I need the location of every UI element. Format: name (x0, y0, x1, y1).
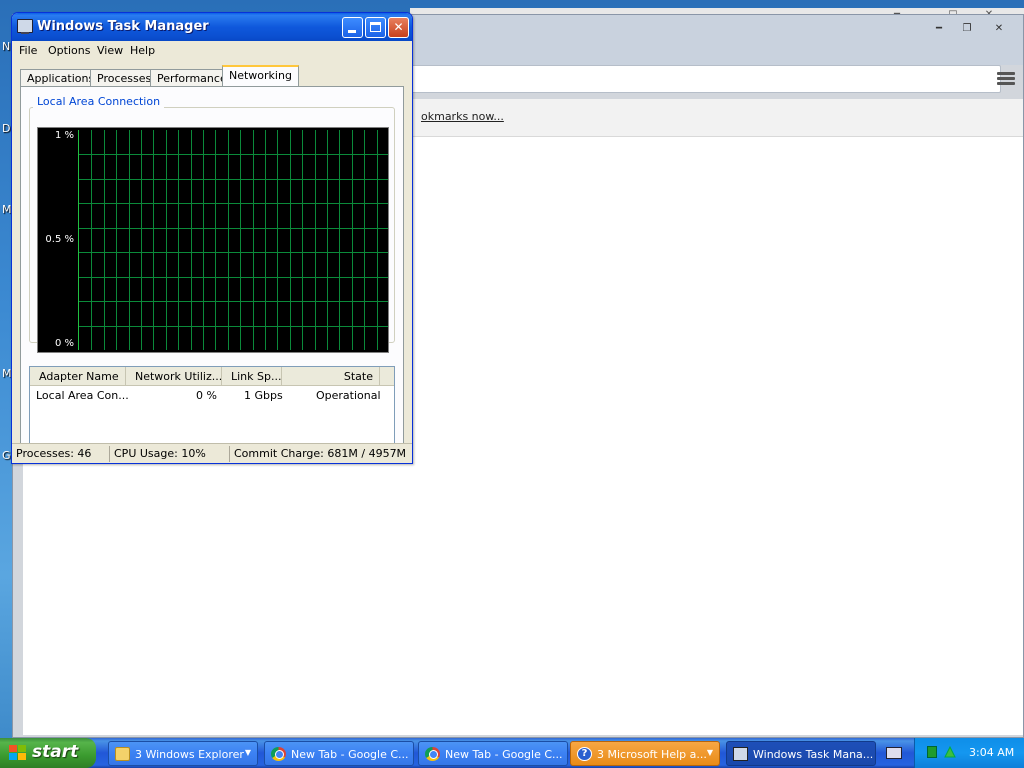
task-manager-icon (17, 19, 33, 34)
chrome-icon (271, 747, 286, 761)
chevron-down-icon: ▼ (706, 748, 713, 757)
list-header: Adapter Name Network Utiliz... Link Sp..… (30, 367, 394, 386)
import-bookmarks-link[interactable]: okmarks now... (421, 110, 504, 123)
cell-link-speed: 1 Gbps (244, 389, 283, 402)
network-status-icon[interactable] (927, 746, 937, 758)
status-commit-charge: Commit Charge: 681M / 4957M (234, 447, 407, 460)
menu-file[interactable]: File (19, 44, 37, 57)
graph-grid (78, 130, 388, 350)
column-adapter-name[interactable]: Adapter Name (30, 367, 126, 386)
task-label: Windows Task Mana... (753, 748, 874, 761)
network-graph: 1 % 0.5 % 0 % (37, 127, 389, 353)
group-label: Local Area Connection (33, 95, 165, 108)
menu-options[interactable]: Options (48, 44, 90, 57)
cell-utilization: 0 % (196, 389, 217, 402)
chrome-menu-icon[interactable] (997, 70, 1015, 88)
desktop-icon-label[interactable]: D (2, 122, 10, 135)
status-processes: Processes: 46 (12, 446, 110, 462)
taskbar-microsoft-help[interactable]: ? 3 Microsoft Help a... ▼ (570, 741, 720, 766)
taskbar-windows-explorer[interactable]: 3 Windows Explorer ▼ (108, 741, 258, 766)
folder-icon (115, 747, 130, 761)
start-button[interactable]: start (0, 738, 96, 768)
task-manager-icon (733, 747, 748, 761)
chevron-down-icon: ▼ (244, 748, 251, 757)
close-icon: ✕ (393, 20, 404, 34)
task-label: 3 Microsoft Help a... (597, 748, 707, 761)
windows-logo-icon (9, 745, 27, 761)
start-label: start (32, 742, 79, 762)
chrome-icon (425, 747, 440, 761)
taskbar-task-manager[interactable]: Windows Task Mana... (726, 741, 876, 766)
adapter-list[interactable]: Adapter Name Network Utiliz... Link Sp..… (29, 366, 395, 445)
minimize-button[interactable] (342, 17, 363, 38)
taskbar: start 3 Windows Explorer ▼ New Tab - Goo… (0, 738, 1024, 768)
desktop-icon-label[interactable]: N (2, 40, 10, 53)
maximize-button[interactable] (365, 17, 386, 38)
axis-label-min: 0 % (54, 338, 74, 349)
taskbar-chrome-1[interactable]: New Tab - Google C... (264, 741, 414, 766)
keyboard-icon[interactable] (886, 747, 902, 759)
tab-networking[interactable]: Networking (222, 65, 299, 87)
desktop-icon-label[interactable]: G (2, 449, 11, 462)
chrome-close-button[interactable]: ✕ (987, 22, 1011, 37)
menu-help[interactable]: Help (130, 44, 155, 57)
minimize-icon (348, 30, 356, 33)
column-network-utilization[interactable]: Network Utiliz... (126, 367, 222, 386)
axis-label-max: 1 % (54, 130, 74, 141)
safely-remove-icon[interactable] (943, 745, 957, 759)
task-manager-titlebar[interactable]: Windows Task Manager ✕ (12, 13, 412, 41)
taskbar-chrome-2[interactable]: New Tab - Google C... (418, 741, 568, 766)
chrome-minimize-button[interactable]: ━ (927, 22, 951, 37)
task-manager-window: Windows Task Manager ✕ File Options View… (11, 12, 413, 464)
column-state[interactable]: State (282, 367, 380, 386)
clock: 3:04 AM (969, 746, 1015, 759)
cell-state: Operational (316, 389, 381, 402)
menu-view[interactable]: View (97, 44, 123, 57)
axis-label-mid: 0.5 % (45, 234, 74, 245)
window-title: Windows Task Manager (37, 19, 209, 34)
task-label: New Tab - Google C... (291, 748, 409, 761)
chrome-restore-button[interactable]: ❐ (955, 22, 979, 37)
system-tray: 3:04 AM (914, 738, 1024, 768)
table-row[interactable]: Local Area Con... 0 % 1 Gbps Operational (30, 387, 394, 403)
close-button[interactable]: ✕ (388, 17, 409, 38)
tab-processes[interactable]: Processes (90, 69, 159, 87)
task-label: 3 Windows Explorer (135, 748, 244, 761)
column-link-speed[interactable]: Link Sp... (222, 367, 282, 386)
maximize-icon (370, 22, 381, 32)
menu-bar: File Options View Help (12, 41, 412, 61)
address-bar[interactable] (409, 65, 1001, 93)
status-cpu-usage: CPU Usage: 10% (110, 446, 230, 462)
task-label: New Tab - Google C... (445, 748, 563, 761)
help-icon: ? (577, 747, 592, 761)
status-bar: Processes: 46 CPU Usage: 10% Commit Char… (12, 443, 412, 463)
networking-panel: Local Area Connection 1 % 0.5 % 0 % Adap… (20, 86, 404, 445)
cell-adapter-name: Local Area Con... (36, 389, 129, 402)
